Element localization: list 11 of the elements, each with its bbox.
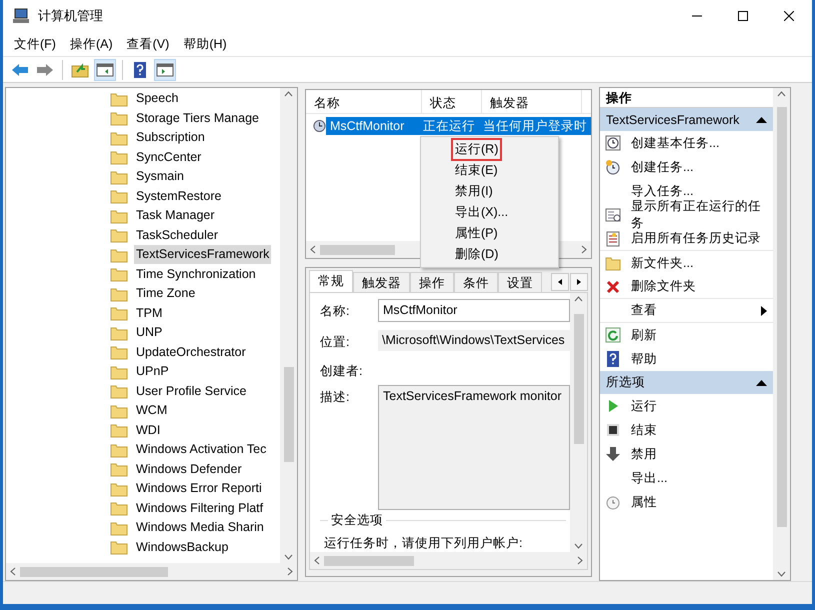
table-cell: 正在运行 [419, 117, 479, 135]
table-cell: 当任何用户登录时 [479, 117, 591, 135]
table-cell: MsCtfMonitor [326, 117, 419, 135]
location-text: \Microsoft\Windows\TextServices [378, 330, 570, 351]
field-label: 描述: [320, 389, 350, 406]
window-title: 计算机管理 [38, 7, 104, 25]
field-label: 位置: [320, 334, 350, 351]
group-title: 安全选项 [328, 512, 386, 529]
field-label: 创建者: [320, 363, 364, 377]
field-label: 名称: [320, 303, 350, 320]
group-text: 运行任务时，请使用下列用户帐户: [323, 535, 524, 552]
